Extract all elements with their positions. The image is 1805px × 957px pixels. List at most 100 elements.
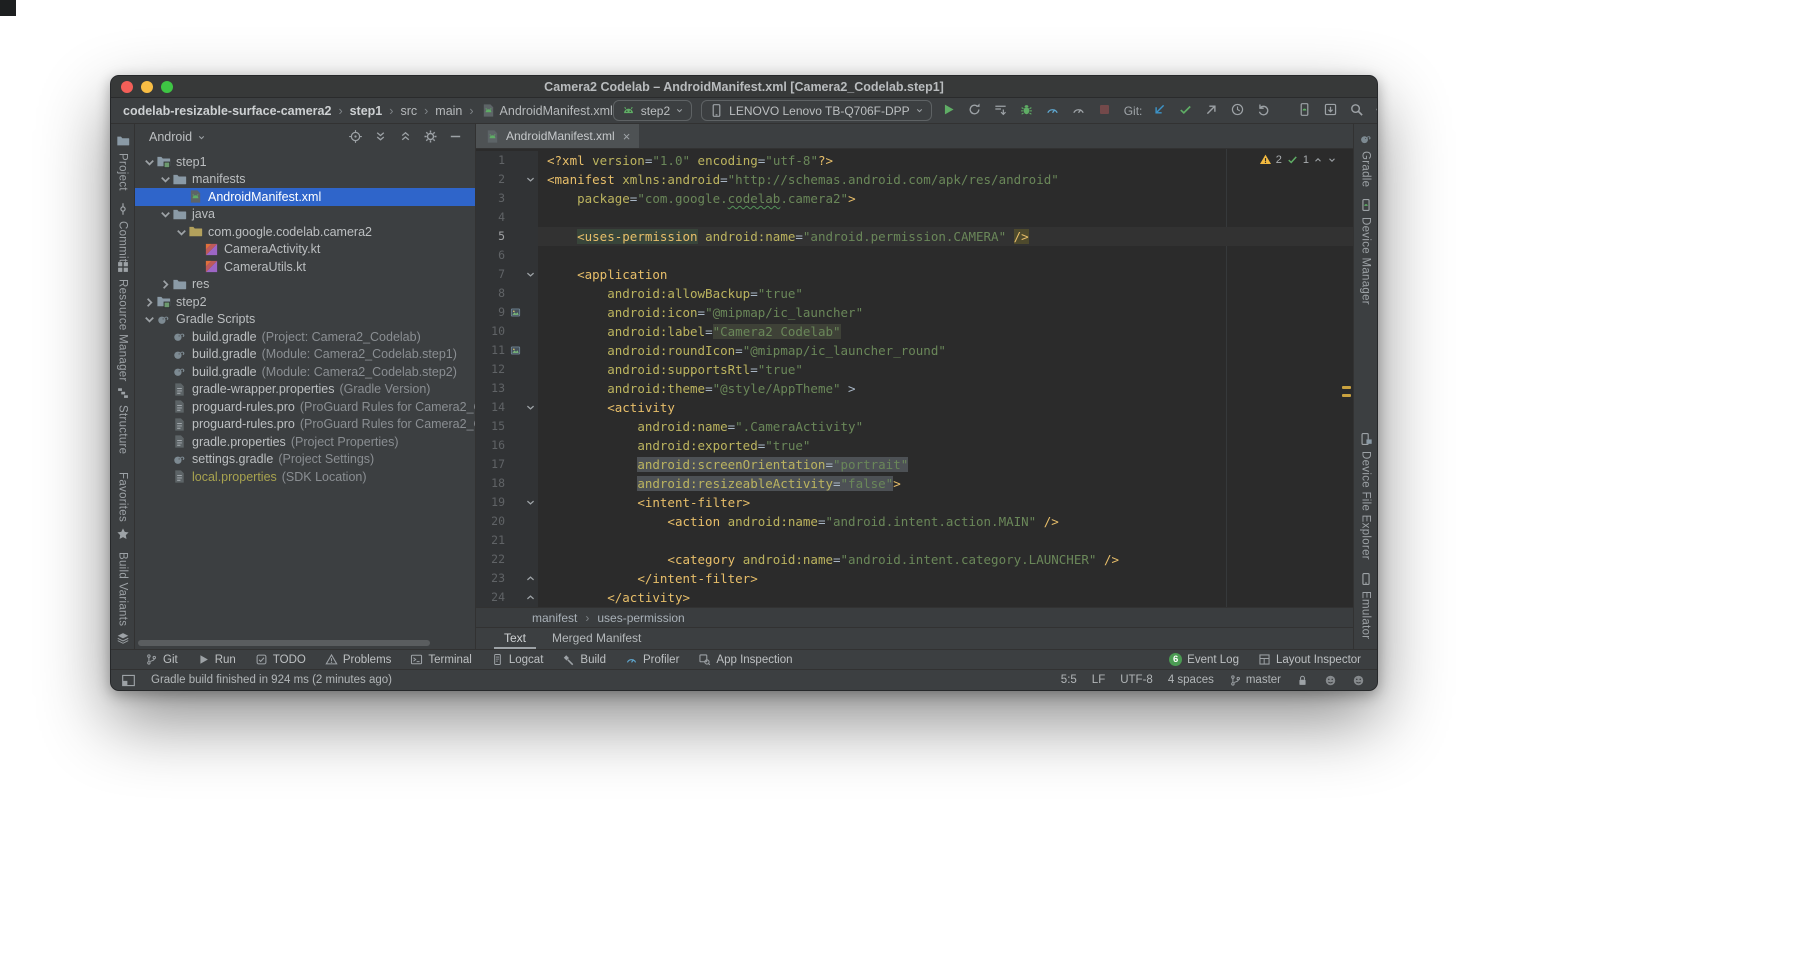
commit-button[interactable] — [1178, 102, 1195, 119]
run-button[interactable] — [941, 102, 958, 119]
view-tab-merged-manifest[interactable]: Merged Manifest — [542, 628, 651, 649]
tool-stripe-device-manager[interactable]: Device Manager — [1354, 198, 1377, 305]
project-horizontal-scrollbar[interactable] — [138, 640, 430, 646]
caret-position[interactable]: 5:5 — [1061, 674, 1077, 686]
debug-button[interactable] — [1019, 102, 1036, 119]
rollback-button[interactable] — [1256, 102, 1273, 119]
tree-chevron[interactable] — [157, 277, 171, 291]
feedback-face-2[interactable] — [1352, 674, 1365, 687]
xml-breadcrumb-uses-permission[interactable]: uses-permission — [597, 611, 684, 625]
chevron-down-icon[interactable] — [1327, 155, 1337, 165]
code-line-1[interactable]: 1 <?xml version="1.0" encoding="utf-8"?> — [476, 151, 1353, 170]
apply-changes-button[interactable] — [967, 102, 984, 119]
inspections-widget[interactable]: 2 1 — [1259, 153, 1337, 166]
tool-window-button-todo[interactable]: TODO — [255, 653, 306, 666]
breadcrumb-main[interactable]: main — [435, 104, 462, 118]
tool-window-button-logcat[interactable]: Logcat — [491, 653, 543, 666]
code-line-13[interactable]: 13 android:theme="@style/AppTheme" > — [476, 379, 1353, 398]
tree-item-gradle-properties[interactable]: gradle.properties (Project Properties) — [135, 433, 475, 451]
update-project-button[interactable] — [1152, 102, 1169, 119]
breadcrumb-codelab-resizable-surface-camera2[interactable]: codelab-resizable-surface-camera2 — [123, 104, 331, 118]
tree-item-proguard-rules-pro[interactable]: proguard-rules.pro (ProGuard Rules for Ca… — [135, 398, 475, 416]
code-line-7[interactable]: 7 <application — [476, 265, 1353, 284]
tool-window-button-layout-inspector[interactable]: Layout Inspector — [1258, 653, 1361, 666]
search-everywhere-button[interactable] — [1349, 102, 1366, 119]
code-line-3[interactable]: 3 package="com.google.codelab.camera2"> — [476, 189, 1353, 208]
tree-item-manifests[interactable]: manifests — [135, 171, 475, 189]
tree-chevron[interactable] — [141, 155, 155, 169]
tool-stripe-gradle[interactable]: Gradle — [1354, 132, 1377, 187]
fold-slot[interactable] — [523, 493, 538, 512]
tool-window-button-build[interactable]: Build — [562, 653, 606, 666]
tool-window-button-terminal[interactable]: Terminal — [410, 653, 472, 666]
tool-stripe-device-file-explorer[interactable]: Device File Explorer — [1354, 432, 1377, 560]
code-line-10[interactable]: 10 android:label="Camera2 Codelab" — [476, 322, 1353, 341]
target-device-select[interactable]: LENOVO Lenovo TB-Q706F-DPP — [701, 100, 932, 121]
apply-code-changes-button[interactable] — [993, 102, 1010, 119]
git-branch-widget[interactable]: master — [1229, 674, 1281, 687]
tree-item-local-properties[interactable]: local.properties (SDK Location) — [135, 468, 475, 486]
code-line-11[interactable]: 11 android:roundIcon="@mipmap/ic_launche… — [476, 341, 1353, 360]
indent-style[interactable]: 4 spaces — [1168, 674, 1214, 686]
code-line-8[interactable]: 8 android:allowBackup="true" — [476, 284, 1353, 303]
fold-slot[interactable] — [523, 398, 538, 417]
tree-item-build-gradle[interactable]: build.gradle (Module: Camera2_Codelab.ste… — [135, 346, 475, 364]
push-button[interactable] — [1204, 102, 1221, 119]
tool-stripe-favorites[interactable]: Favorites — [111, 472, 134, 541]
tool-stripe-build-variants[interactable]: Build Variants — [111, 552, 134, 645]
fold-slot[interactable] — [523, 588, 538, 607]
zoom-window-button[interactable] — [161, 80, 173, 93]
code-line-17[interactable]: 17 android:screenOrientation="portrait" — [476, 455, 1353, 474]
code-line-6[interactable]: 6 — [476, 246, 1353, 265]
sdk-manager-button[interactable] — [1323, 102, 1340, 119]
line-separator[interactable]: LF — [1092, 674, 1105, 686]
tree-item-proguard-rules-pro[interactable]: proguard-rules.pro (ProGuard Rules for Ca… — [135, 416, 475, 434]
close-window-button[interactable] — [121, 80, 133, 93]
write-access-lock[interactable] — [1296, 674, 1309, 687]
tool-stripe-commit[interactable]: Commit — [111, 202, 134, 262]
code-line-19[interactable]: 19 <intent-filter> — [476, 493, 1353, 512]
tree-item-java[interactable]: java — [135, 206, 475, 224]
attach-profiler-button[interactable] — [1071, 102, 1088, 119]
tree-item-gradle-wrapper-properties[interactable]: gradle-wrapper.properties (Gradle Version… — [135, 381, 475, 399]
tree-item-settings-gradle[interactable]: settings.gradle (Project Settings) — [135, 451, 475, 469]
code-line-12[interactable]: 12 android:supportsRtl="true" — [476, 360, 1353, 379]
tool-windows-toggle-icon[interactable] — [121, 673, 136, 688]
tree-item-gradle-scripts[interactable]: Gradle Scripts — [135, 311, 475, 329]
code-line-15[interactable]: 15 android:name=".CameraActivity" — [476, 417, 1353, 436]
tree-item-step1[interactable]: step1 — [135, 153, 475, 171]
code-editor[interactable]: 1 <?xml version="1.0" encoding="utf-8"?> 2… — [476, 149, 1353, 607]
tool-stripe-emulator[interactable]: Emulator — [1354, 572, 1377, 639]
locate-file-button[interactable] — [348, 129, 365, 146]
code-line-23[interactable]: 23 </intent-filter> — [476, 569, 1353, 588]
breadcrumb-androidmanifest-xml[interactable]: AndroidManifest.xml — [481, 103, 613, 118]
settings-button[interactable] — [1375, 102, 1377, 119]
tool-window-button-app-inspection[interactable]: App Inspection — [698, 653, 793, 666]
tool-window-button-profiler[interactable]: Profiler — [625, 653, 679, 666]
tool-window-button-problems[interactable]: Problems — [325, 653, 391, 666]
tool-stripe-resource-manager[interactable]: Resource Manager — [111, 260, 134, 382]
profile-button[interactable] — [1045, 102, 1062, 119]
tool-stripe-project[interactable]: Project — [111, 134, 134, 191]
code-line-22[interactable]: 22 <category android:name="android.inten… — [476, 550, 1353, 569]
tree-item-androidmanifest-xml[interactable]: AndroidManifest.xml — [135, 188, 475, 206]
tool-window-button-run[interactable]: Run — [197, 653, 236, 666]
code-line-14[interactable]: 14 <activity — [476, 398, 1353, 417]
breadcrumb-step1[interactable]: step1 — [350, 104, 383, 118]
stop-button[interactable] — [1097, 102, 1114, 119]
tree-chevron[interactable] — [141, 295, 155, 309]
error-stripe-mark[interactable] — [1342, 386, 1351, 389]
tree-item-step2[interactable]: step2 — [135, 293, 475, 311]
tree-item-build-gradle[interactable]: build.gradle (Project: Camera2_Codelab) — [135, 328, 475, 346]
tree-item-res[interactable]: res — [135, 276, 475, 294]
tree-chevron[interactable] — [173, 225, 187, 239]
fold-slot[interactable] — [523, 170, 538, 189]
tree-item-build-gradle[interactable]: build.gradle (Module: Camera2_Codelab.ste… — [135, 363, 475, 381]
editor-tab-androidmanifest[interactable]: AndroidManifest.xml × — [476, 124, 640, 148]
code-line-21[interactable]: 21 — [476, 531, 1353, 550]
minimize-window-button[interactable] — [141, 80, 153, 93]
breadcrumb-src[interactable]: src — [400, 104, 417, 118]
tree-chevron[interactable] — [141, 312, 155, 326]
expand-all-button[interactable] — [373, 129, 390, 146]
code-line-4[interactable]: 4 — [476, 208, 1353, 227]
